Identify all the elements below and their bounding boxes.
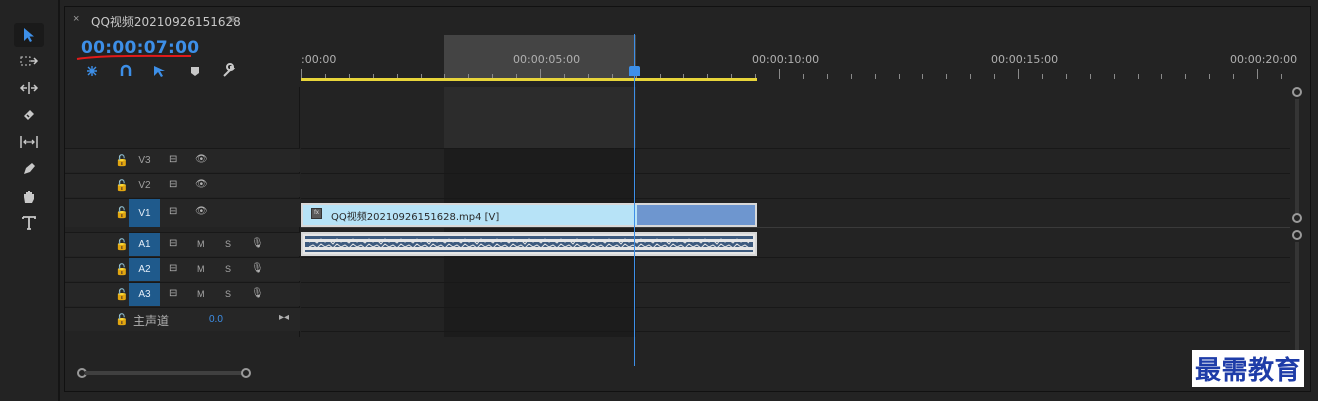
- timeline-panel: × QQ视频20210926151628 ≡ 00:00:07:00 :00:0…: [64, 6, 1311, 392]
- master-track-label: 主声道: [133, 314, 170, 328]
- pen-icon[interactable]: [14, 157, 44, 181]
- track-divider: [301, 307, 1290, 308]
- sync-lock-icon[interactable]: ⊟: [169, 288, 177, 299]
- track-target-a1[interactable]: A1: [129, 233, 160, 256]
- playhead-line[interactable]: [634, 34, 635, 366]
- microphone-icon[interactable]: 🎙: [251, 238, 264, 249]
- slip-icon[interactable]: [14, 130, 44, 154]
- eye-icon[interactable]: 👁: [195, 206, 208, 217]
- solo-button[interactable]: S: [225, 289, 231, 299]
- close-tab-button[interactable]: ×: [73, 13, 79, 25]
- type-icon[interactable]: [14, 211, 44, 235]
- track-header-a2[interactable]: 🔓 A2 ⊟ M S 🎙: [65, 257, 300, 281]
- track-target-v3[interactable]: V3: [129, 149, 160, 172]
- sync-lock-icon[interactable]: ⊟: [169, 179, 177, 190]
- video-clip-v1[interactable]: fx QQ视频20210926151628.mp4 [V]: [301, 203, 757, 227]
- waveform-icon: [305, 238, 753, 250]
- track-headers: 🔓 V3 ⊟ 👁 🔓 V2 ⊟ 👁 🔓 V1 ⊟ 👁 🔓 A1 ⊟ M S 🎙 …: [65, 87, 300, 337]
- audio-clip-a1[interactable]: [301, 232, 757, 256]
- video-clip-label: QQ视频20210926151628.mp4 [V]: [331, 212, 500, 223]
- solo-button[interactable]: S: [225, 239, 231, 249]
- audio-scroll-top-handle[interactable]: [1292, 230, 1302, 240]
- tools-panel: [0, 0, 60, 401]
- track-header-a1[interactable]: 🔓 A1 ⊟ M S 🎙: [65, 232, 300, 256]
- mute-button[interactable]: M: [197, 264, 205, 274]
- panel-menu-icon[interactable]: ≡: [228, 12, 235, 26]
- lock-icon[interactable]: 🔓: [115, 263, 129, 276]
- sync-lock-icon[interactable]: ⊟: [169, 154, 177, 165]
- lock-icon[interactable]: 🔓: [115, 179, 129, 192]
- razor-icon[interactable]: [14, 103, 44, 127]
- ruler-label: :00:00: [301, 53, 337, 66]
- fx-badge-icon[interactable]: fx: [311, 208, 322, 219]
- track-divider: [301, 331, 1290, 332]
- snap-icon[interactable]: [116, 63, 136, 79]
- track-target-a2[interactable]: A2: [129, 258, 160, 281]
- track-divider: [301, 257, 1290, 258]
- work-area-bar[interactable]: [301, 78, 757, 81]
- lock-icon[interactable]: 🔓: [115, 238, 129, 251]
- playhead-handle[interactable]: [629, 66, 640, 76]
- zoom-bar[interactable]: [85, 371, 247, 375]
- mute-button[interactable]: M: [197, 239, 205, 249]
- red-underline-annotation: [76, 54, 192, 60]
- lock-icon[interactable]: 🔓: [115, 288, 129, 301]
- track-divider: [301, 173, 1290, 174]
- sequence-title[interactable]: QQ视频20210926151628: [91, 13, 241, 30]
- ruler-label: 00:00:10:00: [752, 53, 820, 66]
- microphone-icon[interactable]: 🎙: [251, 263, 264, 274]
- mute-button[interactable]: M: [197, 289, 205, 299]
- sync-lock-icon[interactable]: ⊟: [169, 238, 177, 249]
- sync-lock-icon[interactable]: ⊟: [169, 206, 177, 217]
- track-header-v2[interactable]: 🔓 V2 ⊟ 👁: [65, 173, 300, 197]
- watermark-logo: 最需教育: [1192, 350, 1305, 387]
- sync-lock-icon[interactable]: ⊟: [169, 263, 177, 274]
- hand-icon[interactable]: [14, 184, 44, 208]
- premiere-timeline-window: × QQ视频20210926151628 ≡ 00:00:07:00 :00:0…: [0, 0, 1318, 401]
- microphone-icon[interactable]: 🎙: [251, 288, 264, 299]
- ruler-label: 00:00:20:00: [1230, 53, 1298, 66]
- vertical-scrollbar[interactable]: [1291, 87, 1311, 377]
- solo-button[interactable]: S: [225, 264, 231, 274]
- time-ruler[interactable]: :00:00 00:00:05:00 00:00:10:00 00:00:15:…: [301, 35, 1297, 87]
- track-target-v1[interactable]: V1: [129, 199, 160, 227]
- master-volume-value[interactable]: 0.0: [209, 314, 223, 325]
- track-divider: [301, 198, 1290, 199]
- video-scroll-track[interactable]: [1295, 99, 1299, 213]
- zoom-right-handle[interactable]: [241, 368, 251, 378]
- selection-tool-icon[interactable]: [14, 23, 44, 47]
- video-scroll-top-handle[interactable]: [1292, 87, 1302, 97]
- sequence-area[interactable]: fx QQ视频20210926151628.mp4 [V]: [301, 87, 1290, 337]
- ruler-label: 00:00:15:00: [991, 53, 1059, 66]
- eye-icon[interactable]: 👁: [195, 179, 208, 190]
- video-audio-divider: [301, 227, 1290, 228]
- track-divider: [301, 148, 1290, 149]
- track-select-forward-icon[interactable]: [14, 49, 44, 73]
- video-scroll-bottom-handle[interactable]: [1292, 213, 1302, 223]
- track-divider: [301, 282, 1290, 283]
- wrench-icon[interactable]: [219, 63, 239, 79]
- in-out-shade: [444, 87, 636, 148]
- master-go-to-end-icon[interactable]: ▸◂: [279, 312, 289, 323]
- add-marker-icon[interactable]: [185, 63, 205, 79]
- ruler-label: 00:00:05:00: [513, 53, 581, 66]
- clip-rendered-region: [637, 205, 755, 225]
- track-header-master[interactable]: 🔓 主声道 0.0 ▸◂: [65, 307, 300, 331]
- track-header-v3[interactable]: 🔓 V3 ⊟ 👁: [65, 148, 300, 172]
- nest-icon[interactable]: [82, 63, 102, 79]
- ripple-edit-icon[interactable]: [14, 76, 44, 100]
- timeline-tab[interactable]: × QQ视频20210926151628 ≡: [65, 7, 1310, 33]
- track-header-a3[interactable]: 🔓 A3 ⊟ M S 🎙: [65, 282, 300, 306]
- eye-icon[interactable]: 👁: [195, 154, 208, 165]
- track-target-v2[interactable]: V2: [129, 174, 160, 197]
- lock-icon[interactable]: 🔓: [115, 154, 129, 167]
- tracks-area: 🔓 V3 ⊟ 👁 🔓 V2 ⊟ 👁 🔓 V1 ⊟ 👁 🔓 A1 ⊟ M S 🎙 …: [65, 87, 1290, 337]
- lock-icon[interactable]: 🔓: [115, 313, 129, 326]
- horizontal-zoom-scrollbar[interactable]: [65, 367, 1312, 387]
- audio-waveform: [305, 236, 753, 252]
- linked-selection-icon[interactable]: [150, 63, 170, 79]
- track-header-v1[interactable]: 🔓 V1 ⊟ 👁: [65, 198, 300, 227]
- lock-icon[interactable]: 🔓: [115, 206, 129, 219]
- track-target-a3[interactable]: A3: [129, 283, 160, 306]
